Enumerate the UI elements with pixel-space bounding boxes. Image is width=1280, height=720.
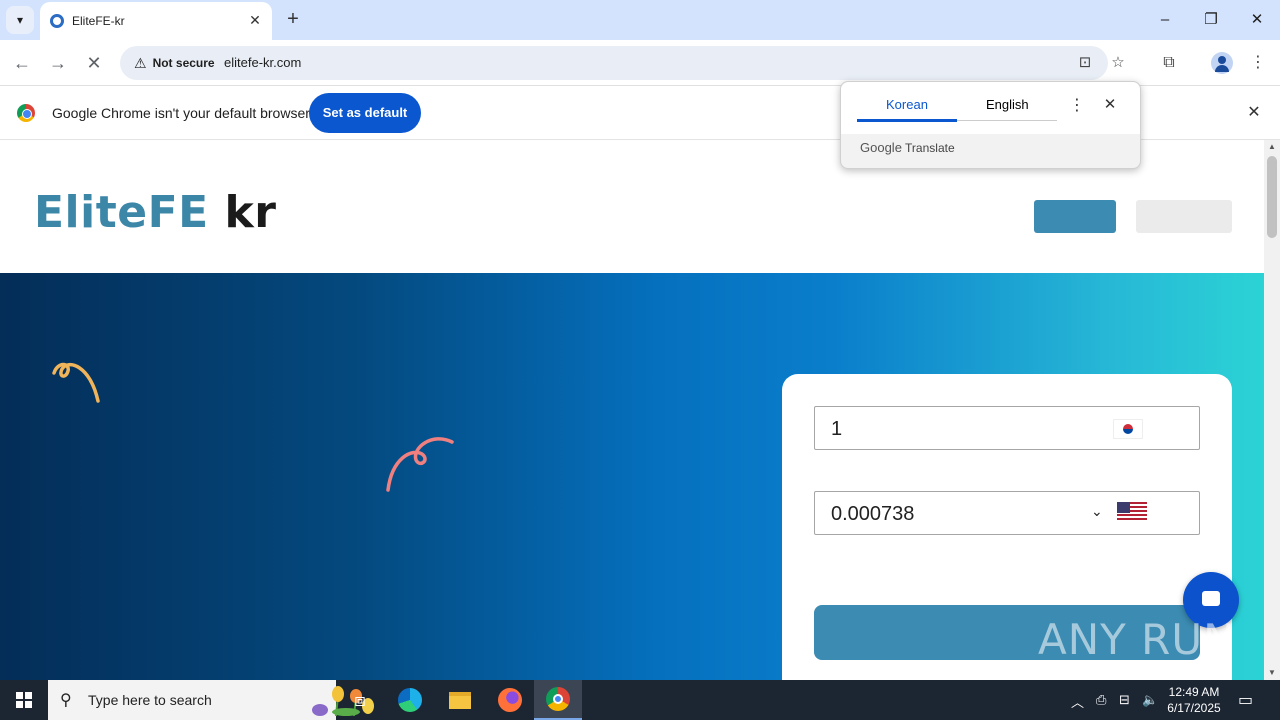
site-logo[interactable]: EliteFE kr	[34, 187, 277, 238]
tray-chevron-up-icon[interactable]: ︿	[1071, 692, 1084, 711]
close-window-button[interactable]: ✕	[1242, 8, 1272, 32]
start-button[interactable]	[0, 680, 48, 720]
windows-taskbar: ⚲ Type here to search ⧈ ︿ ⎙ ⊟ 🔈 12:49 AM…	[0, 680, 1280, 720]
tray-device-icon[interactable]: ⎙	[1096, 692, 1106, 708]
infobar-message: Google Chrome isn't your default browser	[52, 105, 310, 121]
clock-date: 6/17/2025	[1167, 701, 1221, 715]
firefox-icon[interactable]	[486, 680, 534, 720]
active-tab-indicator	[857, 119, 957, 122]
translate-close-icon[interactable]: ✕	[1101, 95, 1119, 115]
profile-avatar-icon[interactable]	[1211, 52, 1233, 74]
stop-loading-icon[interactable]: ✕	[82, 51, 106, 75]
translate-header: Korean English ⋮ ✕	[841, 82, 1140, 134]
bookmark-star-icon[interactable]: ☆	[1107, 52, 1129, 74]
edge-browser-icon[interactable]	[386, 680, 434, 720]
warning-icon: ⚠	[134, 54, 147, 71]
tab-strip: ▾ EliteFE-kr ✕ + – ❐ ✕	[0, 0, 1280, 40]
notifications-icon[interactable]: ▭	[1238, 690, 1253, 710]
restore-button[interactable]: ❐	[1196, 8, 1226, 32]
header-button-secondary[interactable]	[1136, 200, 1232, 233]
chevron-down-icon[interactable]: ⌄	[1091, 503, 1103, 520]
tab-divider	[957, 120, 1057, 121]
browser-tab[interactable]: EliteFE-kr ✕	[40, 2, 272, 40]
scroll-up-icon[interactable]: ▲	[1264, 140, 1280, 154]
file-explorer-icon[interactable]	[436, 680, 484, 720]
translate-popup: Korean English ⋮ ✕ Google Translate	[840, 81, 1141, 169]
chrome-logo-icon	[17, 104, 35, 122]
back-arrow-icon[interactable]: ←	[10, 51, 34, 75]
security-chip[interactable]: ⚠ Not secure	[128, 50, 223, 76]
google-translate-brand: Google Translate	[860, 140, 955, 155]
to-amount-value: 0.000738	[831, 503, 915, 525]
tray-volume-icon[interactable]: 🔈	[1142, 692, 1158, 708]
swirl-decoration-pink-icon	[386, 437, 454, 492]
browser-toolbar: ← → ✕ ⚠ Not secure elitefe-kr.com ⊡ ☆ ⧉ …	[0, 40, 1280, 86]
security-label: Not secure	[152, 56, 215, 70]
page-scrollbar[interactable]: ▲ ▼	[1264, 140, 1280, 680]
clock-time: 12:49 AM	[1168, 685, 1220, 699]
chrome-taskbar-icon[interactable]	[534, 680, 582, 720]
from-amount-field[interactable]: 1	[814, 406, 1200, 450]
tab-title: EliteFE-kr	[72, 14, 125, 28]
windows-logo-icon	[16, 692, 32, 708]
tab-english[interactable]: English	[986, 97, 1029, 112]
watermark-text: ANY RUN	[1038, 615, 1236, 664]
header-button-primary[interactable]	[1034, 200, 1116, 233]
logo-part1: EliteFE	[34, 187, 209, 238]
tray-network-icon[interactable]: ⊟	[1119, 692, 1130, 708]
to-amount-field[interactable]: 0.000738 ⌄	[814, 491, 1200, 535]
address-bar[interactable]: ⚠ Not secure elitefe-kr.com ⊡ ☆	[120, 46, 1125, 80]
set-default-button[interactable]: Set as default	[309, 93, 421, 133]
search-icon: ⚲	[60, 692, 72, 709]
tab-close-icon[interactable]: ✕	[246, 11, 264, 29]
translate-icon[interactable]: ⊡	[1074, 52, 1096, 74]
task-view-icon[interactable]: ⧈	[336, 680, 384, 720]
new-tab-button[interactable]: +	[282, 9, 304, 31]
brand-translate: Translate	[905, 141, 955, 155]
site-favicon-icon	[50, 14, 64, 28]
scroll-down-icon[interactable]: ▼	[1264, 666, 1280, 680]
tab-korean[interactable]: Korean	[886, 97, 928, 112]
translate-options-icon[interactable]: ⋮	[1069, 95, 1085, 115]
taskbar-clock[interactable]: 12:49 AM 6/17/2025	[1162, 684, 1226, 716]
forward-arrow-icon[interactable]: →	[46, 51, 70, 75]
extensions-icon[interactable]: ⧉	[1157, 51, 1181, 75]
search-placeholder: Type here to search	[88, 692, 212, 708]
swirl-decoration-orange-icon	[52, 362, 100, 403]
taskbar-search[interactable]: ⚲ Type here to search	[48, 680, 374, 720]
menu-kebab-icon[interactable]: ⋮	[1246, 51, 1270, 75]
url-text[interactable]: elitefe-kr.com	[224, 55, 301, 70]
chevron-down-icon: ▾	[16, 13, 24, 27]
logo-part2: kr	[224, 187, 277, 238]
scrollbar-thumb[interactable]	[1267, 156, 1277, 238]
web-page: EliteFE kr 1 0.000738 ⌄ ANY RUN	[0, 140, 1264, 680]
brand-google: Google	[860, 140, 902, 155]
infobar-close-icon[interactable]: ✕	[1243, 102, 1265, 124]
tab-search-button[interactable]: ▾	[6, 6, 34, 34]
south-korea-flag-icon[interactable]	[1113, 419, 1143, 439]
from-amount-value: 1	[831, 418, 843, 440]
minimize-button[interactable]: –	[1150, 8, 1180, 32]
usa-flag-icon[interactable]	[1117, 502, 1147, 522]
